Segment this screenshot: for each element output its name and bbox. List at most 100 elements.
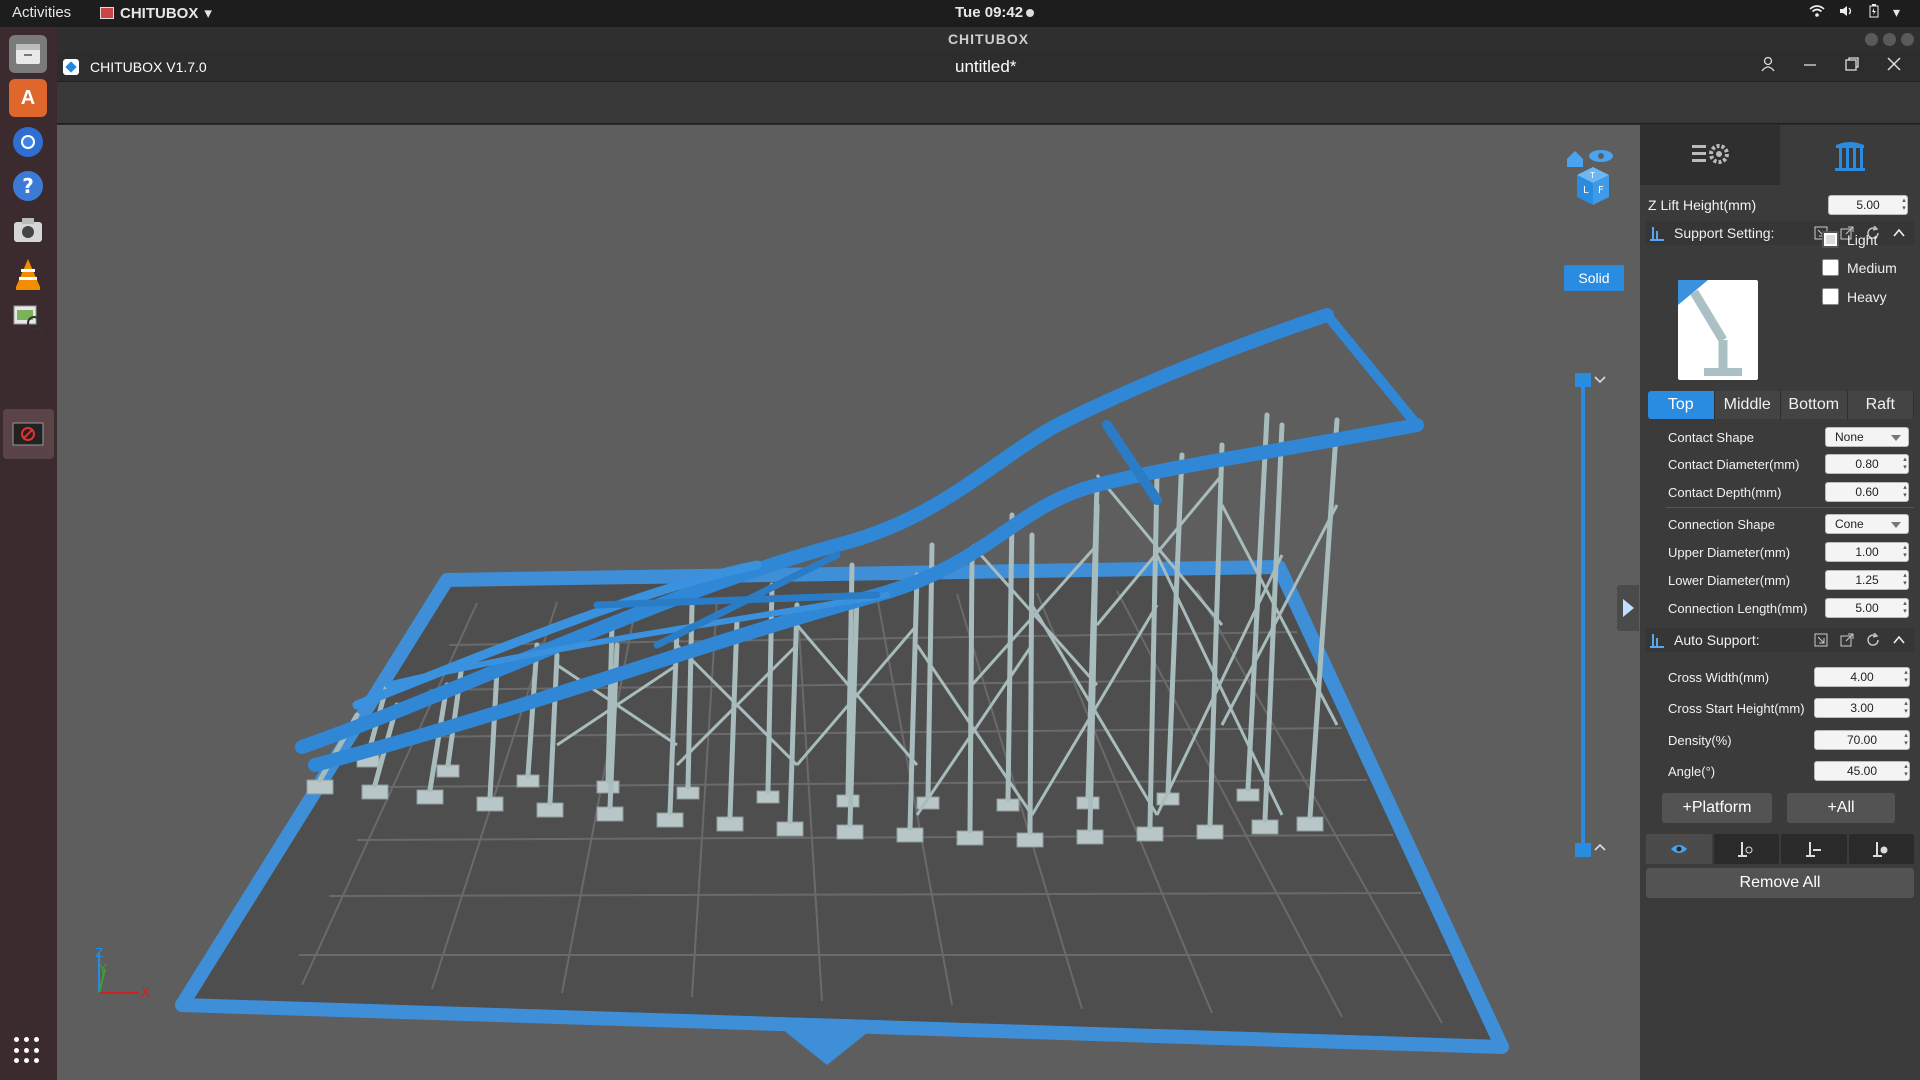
clock[interactable]: Tue 09:42 [955,4,1035,21]
header-controls [1760,56,1902,77]
contact-depth-label: Contact Depth(mm) [1668,484,1782,500]
angle-input[interactable]: 45.00 [1814,761,1910,781]
window-title-bar: CHITUBOX [57,27,1920,52]
system-tray[interactable]: ▾ [1809,4,1900,21]
support-edit-tools [1646,834,1914,864]
contact-shape-row: Contact Shape None [1640,425,1920,449]
svg-text:?: ? [22,174,34,198]
minimize-dot-icon[interactable] [1865,33,1878,46]
preset-heavy[interactable]: Heavy [1822,288,1887,305]
tab-middle[interactable]: Middle [1714,391,1780,419]
cross-width-label: Cross Width(mm) [1668,669,1770,685]
layer-slider[interactable] [1571,365,1607,865]
camera-icon[interactable] [9,211,47,249]
upper-diameter-input[interactable]: 1.00 [1825,542,1909,562]
lower-diameter-input[interactable]: 1.25 [1825,570,1909,590]
axis-z-label: Z [95,946,103,960]
toggle-support-visibility[interactable] [1646,834,1712,864]
preset-medium-checkbox[interactable] [1822,259,1839,276]
battery-icon[interactable] [1869,4,1879,21]
close-icon[interactable] [1886,56,1902,77]
auto-support-header: Auto Support: [1646,628,1914,652]
vlc-icon[interactable] [9,255,47,293]
contact-depth-input[interactable]: 0.60 [1825,482,1909,502]
tab-supports[interactable] [1780,125,1920,185]
remove-all-supports-button[interactable]: Remove All [1646,868,1914,898]
density-input[interactable]: 70.00 [1814,730,1910,750]
add-support-tool[interactable] [1713,834,1779,864]
z-lift-input[interactable]: 5.00 [1828,195,1908,215]
preset-light-label: Light [1847,231,1878,248]
app-header: CHITUBOX V1.7.0 untitled* [57,52,1920,82]
chevron-up-icon[interactable] [1892,633,1906,647]
support-panel: Z Lift Height(mm) 5.00 Support Setting: … [1640,125,1920,1080]
3d-viewport[interactable]: L F T Solid Z Y X [57,125,1640,1080]
contact-shape-select[interactable]: None [1825,427,1909,447]
preset-heavy-label: Heavy [1847,288,1887,305]
help-icon[interactable]: ? [9,167,47,205]
preset-medium[interactable]: Medium [1822,259,1897,276]
cross-start-height-label: Cross Start Height(mm) [1668,700,1805,716]
import-preset-icon[interactable] [1814,633,1828,647]
remove-support-tool[interactable] [1781,834,1847,864]
app-menu[interactable]: CHITUBOX ▾ [100,4,212,22]
auto-support-actions [1814,633,1906,647]
tab-raft[interactable]: Raft [1847,391,1913,419]
user-icon[interactable] [1760,56,1776,77]
lower-diameter-row: Lower Diameter(mm) 1.25 [1640,568,1920,592]
edit-support-tool[interactable] [1848,834,1914,864]
panel-collapse-button[interactable] [1617,585,1639,631]
tab-bottom[interactable]: Bottom [1781,391,1847,419]
cross-start-height-input[interactable]: 3.00 [1814,698,1910,718]
application-dock: A ? [0,27,57,1080]
contact-diameter-row: Contact Diameter(mm) 0.80 [1640,452,1920,476]
contact-diameter-input[interactable]: 0.80 [1825,454,1909,474]
add-platform-supports-button[interactable]: +Platform [1662,793,1772,823]
support-setting-title: Support Setting: [1674,225,1775,241]
tab-print-settings[interactable] [1640,125,1780,185]
density-label: Density(%) [1668,732,1732,748]
maximize-dot-icon[interactable] [1883,33,1896,46]
chitubox-dock-icon[interactable] [9,415,47,453]
view-navigation-cube[interactable]: L F T [1557,145,1623,211]
upper-diameter-row: Upper Diameter(mm) 1.00 [1640,540,1920,564]
export-preset-icon[interactable] [1840,633,1854,647]
minimize-icon[interactable] [1802,56,1818,77]
close-dot-icon[interactable] [1901,33,1914,46]
contact-depth-row: Contact Depth(mm) 0.60 [1640,480,1920,504]
app-menu-label: CHITUBOX [120,4,199,22]
preset-light-checkbox[interactable] [1822,231,1839,248]
clock-label: Tue 09:42 [955,4,1024,21]
system-menu-caret-icon[interactable]: ▾ [1893,4,1900,21]
image-viewer-icon[interactable] [9,299,47,337]
remove-support-icon [1805,842,1821,857]
volume-icon[interactable] [1839,4,1855,21]
render-mode-button[interactable]: Solid [1564,265,1624,291]
support-preview-image [1678,280,1758,380]
contact-diameter-label: Contact Diameter(mm) [1668,456,1800,472]
tab-top[interactable]: Top [1648,391,1714,419]
scene-render [175,308,1509,1065]
preset-heavy-checkbox[interactable] [1822,288,1839,305]
activities-button[interactable]: Activities [12,4,71,21]
restore-icon[interactable] [1844,56,1860,77]
support-part-tabs: Top Middle Bottom Raft [1648,391,1914,419]
add-support-icon [1738,842,1753,857]
auto-support-icon [1650,634,1664,648]
preset-light[interactable]: Light [1822,231,1877,248]
cross-width-input[interactable]: 4.00 [1814,667,1910,687]
add-all-supports-button[interactable]: +All [1787,793,1895,823]
edit-support-icon [1873,842,1888,857]
software-center-icon[interactable]: A [9,79,47,117]
files-icon[interactable] [9,35,47,73]
chromium-icon[interactable] [9,123,47,161]
connection-length-input[interactable]: 5.00 [1825,598,1909,618]
axis-y-label: Y [98,962,107,976]
connection-length-row: Connection Length(mm) 5.00 [1640,596,1920,620]
chevron-up-icon[interactable] [1892,226,1906,240]
connection-shape-select[interactable]: Cone [1825,514,1909,534]
app-name: CHITUBOX V1.7.0 [90,59,207,75]
reset-icon[interactable] [1866,633,1880,647]
wifi-icon[interactable] [1809,4,1825,21]
show-applications-icon[interactable] [14,1037,42,1065]
